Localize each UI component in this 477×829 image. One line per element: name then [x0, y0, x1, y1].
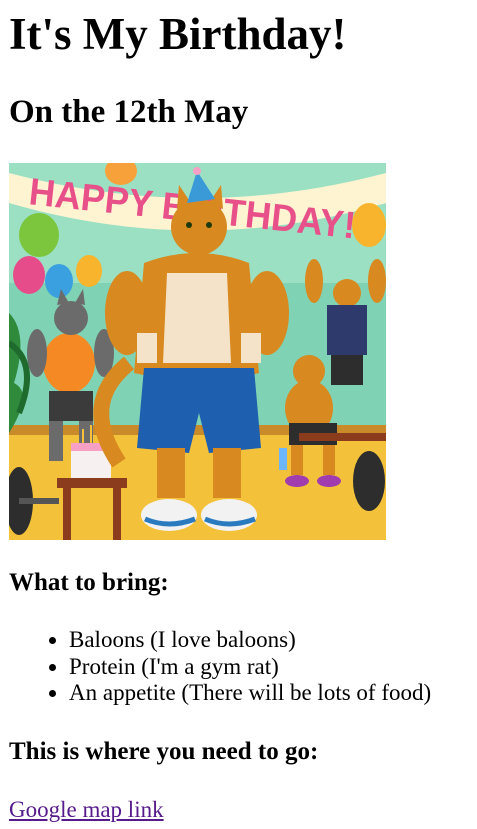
list-item: An appetite (There will be lots of food): [69, 680, 431, 707]
list-item: Baloons (I love baloons): [69, 627, 431, 654]
google-map-link[interactable]: Google map link: [9, 795, 164, 825]
birthday-cats-image: HAPPY BIRTHDAY!!: [9, 163, 386, 540]
bring-list: Baloons (I love baloons) Protein (I'm a …: [9, 627, 431, 707]
date-heading: On the 12th May: [9, 94, 249, 130]
location-heading: This is where you need to go:: [9, 738, 319, 765]
list-item: Protein (I'm a gym rat): [69, 654, 431, 681]
what-to-bring-heading: What to bring:: [9, 569, 169, 596]
page-title: It's My Birthday!: [9, 9, 347, 59]
page: It's My Birthday! On the 12th May HAPPY …: [0, 0, 477, 829]
